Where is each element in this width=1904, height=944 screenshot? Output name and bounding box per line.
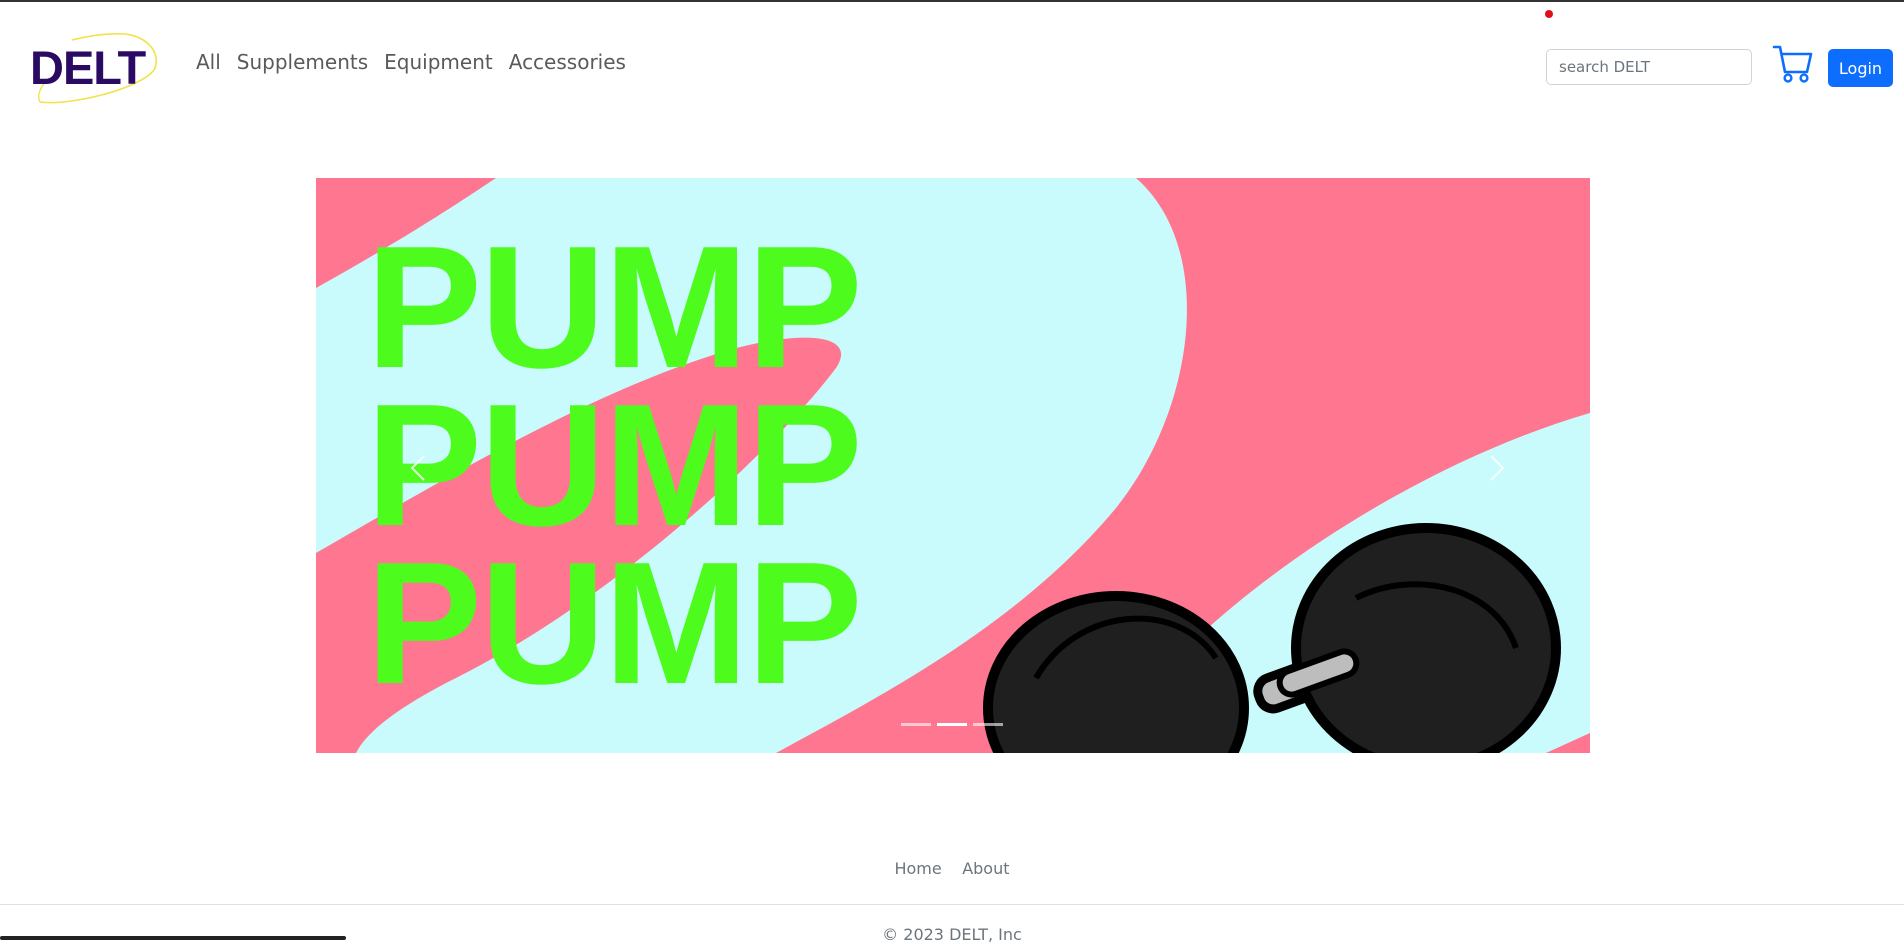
chevron-right-icon	[1490, 455, 1505, 481]
navbar: DELT All Supplements Equipment Accessori…	[0, 2, 1904, 128]
login-button[interactable]: Login	[1828, 49, 1893, 87]
nav-link-supplements[interactable]: Supplements	[237, 52, 368, 72]
slide-headline-line-3: PUMP	[366, 525, 863, 720]
footer-link-home[interactable]: Home	[894, 859, 941, 878]
carousel-indicator-3[interactable]	[973, 723, 1003, 726]
logo-text: DELT	[30, 41, 146, 94]
footer-link-about[interactable]: About	[962, 859, 1009, 878]
chevron-left-icon	[410, 455, 425, 481]
cart-icon	[1772, 45, 1813, 83]
carousel-indicator-1[interactable]	[901, 723, 931, 726]
cart-button[interactable]	[1772, 44, 1814, 84]
copyright-text: © 2023 DELT, Inc	[882, 925, 1022, 944]
carousel-prev-button[interactable]	[400, 448, 440, 488]
hero-carousel: PUMP PUMP PUMP	[316, 178, 1590, 753]
brand-logo[interactable]: DELT	[28, 30, 160, 106]
nav-link-accessories[interactable]: Accessories	[509, 52, 626, 72]
nav-link-all[interactable]: All	[196, 52, 221, 72]
carousel-next-button[interactable]	[1475, 448, 1515, 488]
footer-divider	[0, 904, 1904, 905]
footer-nav: Home About	[0, 859, 1904, 879]
notification-dot	[1545, 10, 1553, 18]
nav-link-equipment[interactable]: Equipment	[384, 52, 493, 72]
taskbar-fragment	[0, 936, 346, 940]
category-nav: All Supplements Equipment Accessories	[196, 52, 642, 72]
search-input[interactable]	[1546, 49, 1752, 85]
carousel-indicator-2[interactable]	[937, 723, 967, 726]
